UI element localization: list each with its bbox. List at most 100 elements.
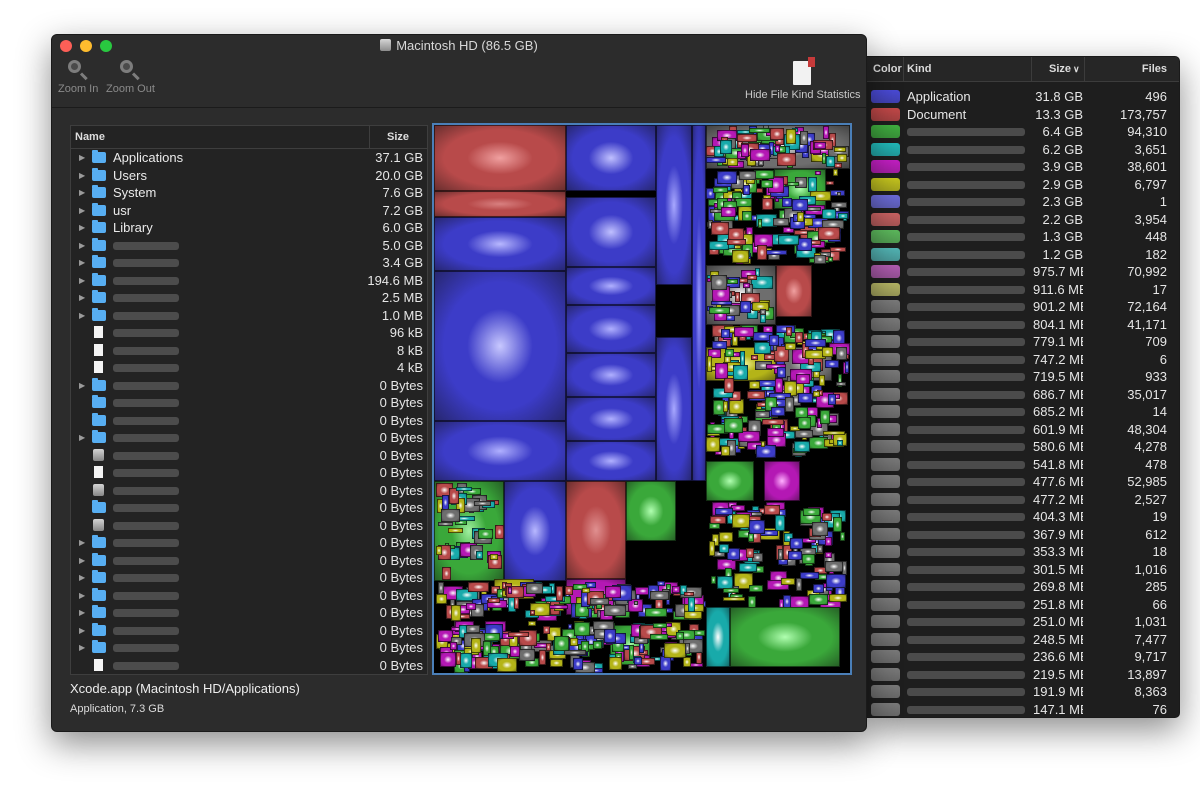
treemap-cell[interactable] (760, 179, 774, 189)
treemap-cell[interactable] (826, 573, 846, 588)
treemap-cell[interactable] (833, 169, 838, 176)
treemap-cell[interactable] (725, 349, 735, 358)
treemap-cell[interactable] (718, 531, 734, 542)
treemap-cell[interactable] (772, 217, 789, 227)
treemap-cell[interactable] (509, 645, 521, 657)
treemap-cell[interactable] (834, 146, 847, 152)
maximize-button[interactable] (100, 40, 112, 52)
treemap-cell[interactable] (450, 641, 457, 650)
treemap-cell[interactable] (543, 626, 550, 634)
treemap-cell[interactable] (707, 355, 713, 372)
treemap-cell[interactable] (456, 486, 473, 492)
outline-row[interactable]: 0 Bytes (71, 499, 427, 517)
treemap-cell[interactable] (682, 657, 691, 668)
outline-row[interactable]: ▶ 194.6 MB (71, 272, 427, 290)
treemap-cell[interactable] (507, 632, 529, 638)
treemap-cell[interactable] (794, 332, 803, 343)
treemap-cell[interactable] (711, 274, 728, 290)
treemap-cell[interactable] (769, 127, 785, 140)
disclosure-triangle-icon[interactable]: ▶ (79, 587, 87, 605)
treemap-cell[interactable] (706, 607, 730, 667)
treemap-cell[interactable] (567, 623, 572, 629)
treemap-cell[interactable] (734, 327, 755, 338)
treemap-cell[interactable] (820, 409, 830, 424)
outline-row[interactable]: 0 Bytes (71, 412, 427, 430)
outline-row[interactable]: 0 Bytes (71, 657, 427, 675)
treemap-cell[interactable] (664, 642, 686, 658)
kind-row[interactable]: 367.9 MB 612 (867, 526, 1179, 544)
treemap-cell[interactable] (730, 607, 840, 667)
outline-row[interactable]: 96 kB (71, 324, 427, 342)
treemap-cell[interactable] (573, 622, 591, 636)
kind-row[interactable]: Document 13.3 GB 173,757 (867, 106, 1179, 124)
treemap-cell[interactable] (749, 128, 771, 134)
outline-row[interactable]: ▶ System 7.6 GB (71, 184, 427, 202)
treemap-cell[interactable] (762, 198, 774, 211)
treemap-cell[interactable] (465, 602, 476, 611)
treemap-cell[interactable] (821, 208, 836, 220)
treemap-cell[interactable] (757, 218, 762, 229)
outline-row[interactable]: ▶ 0 Bytes (71, 534, 427, 552)
treemap-cell[interactable] (797, 212, 804, 223)
treemap-cell[interactable] (796, 577, 803, 591)
files-column-header[interactable]: Files (1142, 57, 1167, 81)
treemap-cell[interactable] (656, 581, 666, 586)
treemap-cell[interactable] (439, 652, 457, 667)
treemap-cell[interactable] (471, 638, 481, 653)
file-outline[interactable]: Name Size ▶ Applications 37.1 GB ▶ Users 20.0… (70, 125, 428, 675)
size-column-header[interactable]: Size ∨ (1049, 57, 1080, 81)
disclosure-triangle-icon[interactable]: ▶ (79, 272, 87, 290)
treemap-cell[interactable] (836, 154, 847, 163)
treemap-cell[interactable] (754, 169, 774, 179)
treemap-cell[interactable] (724, 378, 735, 394)
kind-row[interactable]: 6.2 GB 3,651 (867, 141, 1179, 159)
close-button[interactable] (60, 40, 72, 52)
treemap-cell[interactable] (805, 339, 826, 347)
treemap-cell[interactable] (758, 160, 764, 167)
treemap-cell[interactable] (785, 343, 797, 350)
treemap-cell[interactable] (708, 306, 731, 314)
treemap-cell[interactable] (723, 588, 739, 593)
treemap-cell[interactable] (794, 440, 811, 453)
kind-row[interactable]: 804.1 MB 41,171 (867, 316, 1179, 334)
treemap-cell[interactable] (747, 391, 765, 399)
treemap-cell[interactable] (566, 441, 656, 481)
kind-row[interactable]: 686.7 MB 35,017 (867, 386, 1179, 404)
treemap-cell[interactable] (748, 532, 754, 543)
kind-row[interactable]: 2.3 GB 1 (867, 193, 1179, 211)
treemap-cell[interactable] (809, 594, 828, 605)
treemap-cell[interactable] (743, 282, 751, 289)
treemap-cell[interactable] (497, 658, 517, 672)
treemap-cell[interactable] (566, 267, 656, 305)
treemap-cell[interactable] (721, 445, 731, 456)
treemap-cell[interactable] (748, 519, 765, 534)
treemap-cell[interactable] (765, 250, 787, 256)
treemap-cell[interactable] (547, 604, 569, 610)
kind-row[interactable]: 269.8 MB 285 (867, 578, 1179, 596)
treemap-cell[interactable] (593, 640, 603, 650)
treemap-cell[interactable] (785, 397, 795, 412)
treemap-cell[interactable] (747, 274, 758, 280)
kind-row[interactable]: 301.5 MB 1,016 (867, 561, 1179, 579)
treemap-cell[interactable] (473, 500, 492, 507)
disclosure-triangle-icon[interactable]: ▶ (79, 167, 87, 185)
treemap-cell[interactable] (741, 210, 753, 222)
treemap-cell[interactable] (706, 156, 727, 163)
treemap-cell[interactable] (788, 551, 802, 560)
kind-row[interactable]: 2.9 GB 6,797 (867, 176, 1179, 194)
disclosure-triangle-icon[interactable]: ▶ (79, 149, 87, 167)
treemap-cell[interactable] (735, 292, 740, 303)
treemap-cell[interactable] (659, 656, 672, 672)
name-column-header[interactable]: Name (75, 131, 105, 143)
treemap-cell[interactable] (723, 597, 745, 602)
zoom-out-button[interactable]: Zoom Out (106, 59, 155, 95)
treemap-cell[interactable] (822, 513, 833, 522)
outline-row[interactable]: 0 Bytes (71, 447, 427, 465)
kind-column-header[interactable]: Kind (907, 57, 931, 81)
treemap-cell[interactable] (553, 636, 570, 651)
treemap-cell[interactable] (716, 576, 734, 589)
disclosure-triangle-icon[interactable]: ▶ (79, 289, 87, 307)
treemap-cell[interactable] (549, 659, 563, 667)
outline-row[interactable]: ▶ 0 Bytes (71, 377, 427, 395)
kind-row[interactable]: 3.9 GB 38,601 (867, 158, 1179, 176)
